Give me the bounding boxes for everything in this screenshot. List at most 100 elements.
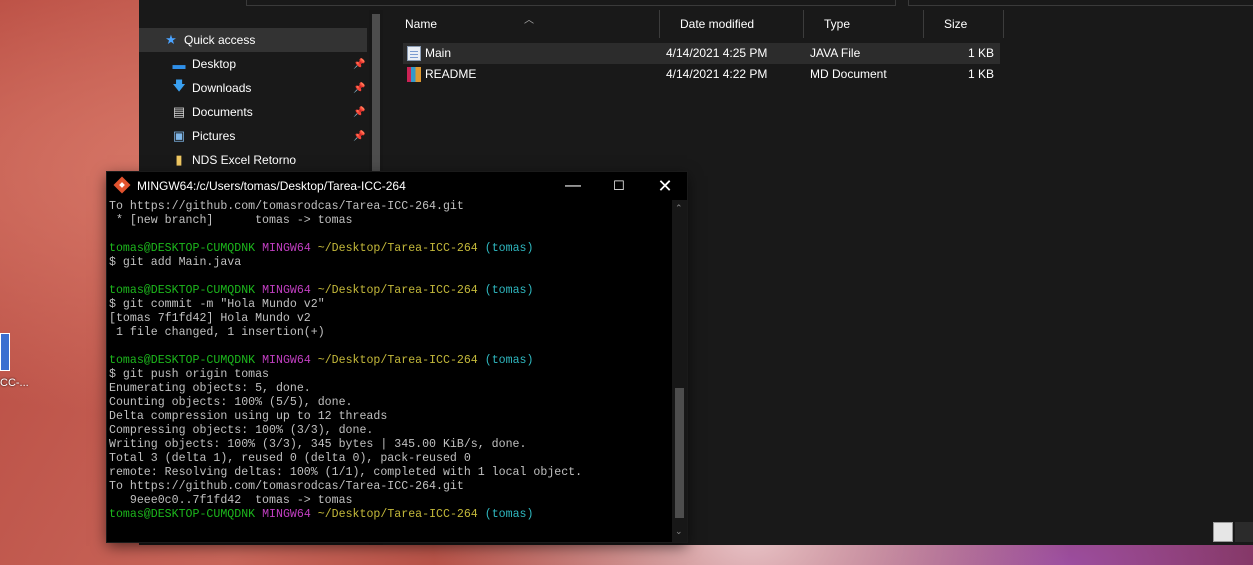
scroll-up-icon[interactable]: ⌃ [675, 203, 683, 214]
terminal-line: To https://github.com/tomasrodcas/Tarea-… [109, 480, 464, 493]
column-label: Date modified [680, 17, 755, 31]
prompt-branch: (tomas) [484, 242, 534, 255]
column-header-name[interactable]: ︿ Name [385, 10, 660, 38]
close-button[interactable]: ✕ [642, 172, 688, 200]
prompt-path: ~/Desktop/Tarea-ICC-264 [317, 284, 478, 297]
prompt-line: tomas@DESKTOP-CUMQDNK MINGW64 ~/Desktop/… [109, 508, 671, 522]
column-header-date[interactable]: Date modified [660, 10, 804, 38]
minimize-button[interactable]: — [550, 172, 596, 200]
shortcut-icon [0, 333, 10, 371]
terminal-line: 9eee0c0..7f1fd42 tomas -> tomas [109, 494, 353, 507]
nav-item-label: Desktop [192, 57, 237, 71]
prompt-branch: (tomas) [484, 284, 534, 297]
nav-item-downloads[interactable]: 🡇 Downloads 📌 [139, 76, 367, 100]
search-box[interactable] [908, 0, 1253, 6]
terminal-line: 1 file changed, 1 insertion(+) [109, 326, 325, 339]
scroll-thumb[interactable] [675, 388, 684, 518]
file-type: JAVA File [810, 46, 861, 60]
nav-item-label: Quick access [184, 33, 256, 47]
terminal-line: Delta compression using up to 12 threads [109, 410, 388, 423]
column-header-type[interactable]: Type [804, 10, 924, 38]
file-size: 1 KB [967, 46, 994, 60]
file-type: MD Document [810, 67, 887, 81]
prompt-user: tomas@DESKTOP-CUMQDNK [109, 242, 256, 255]
nav-item-label: Pictures [192, 129, 236, 143]
terminal-title: MINGW64:/c/Users/tomas/Desktop/Tarea-ICC… [137, 179, 406, 193]
file-date: 4/14/2021 4:25 PM [666, 46, 768, 60]
pin-icon[interactable]: 📌 [353, 131, 365, 142]
nav-item-pictures[interactable]: ▣ Pictures 📌 [139, 124, 367, 148]
desktop-shortcut[interactable]: CC-... [0, 333, 30, 393]
terminal-output[interactable]: To https://github.com/tomasrodcas/Tarea-… [109, 200, 671, 540]
prompt-env: MINGW64 [262, 354, 311, 367]
desktop-shortcut-label: CC-... [0, 377, 29, 389]
maximize-button[interactable]: ☐ [596, 172, 642, 200]
terminal-scrollbar[interactable]: ⌃ ⌄ [672, 200, 687, 542]
download-arrow-icon: 🡇 [172, 78, 186, 93]
terminal-line: Compressing objects: 100% (3/3), done. [109, 424, 374, 437]
nav-item-documents[interactable]: ▤ Documents 📌 [139, 100, 367, 124]
column-label: Name [405, 17, 438, 31]
sort-up-icon: ︿ [524, 15, 534, 26]
terminal-line: * [new branch] tomas -> tomas [109, 214, 353, 227]
address-bar[interactable] [246, 0, 896, 6]
prompt-path: ~/Desktop/Tarea-ICC-264 [317, 508, 478, 521]
prompt-line: tomas@DESKTOP-CUMQDNK MINGW64 ~/Desktop/… [109, 284, 671, 298]
prompt-env: MINGW64 [262, 508, 311, 521]
nav-item-quick-access[interactable]: ★ Quick access [139, 28, 367, 52]
terminal-line: Total 3 (delta 1), reused 0 (delta 0), p… [109, 452, 471, 465]
file-name: Main [425, 46, 452, 60]
prompt-user: tomas@DESKTOP-CUMQDNK [109, 354, 256, 367]
prompt-path: ~/Desktop/Tarea-ICC-264 [317, 242, 478, 255]
scroll-thumb[interactable] [372, 14, 380, 181]
star-icon: ★ [165, 32, 177, 47]
prompt-user: tomas@DESKTOP-CUMQDNK [109, 284, 256, 297]
details-view-button[interactable] [1213, 522, 1233, 542]
documents-icon: ▤ [172, 104, 186, 119]
column-label: Type [824, 17, 851, 31]
pictures-icon: ▣ [172, 128, 186, 143]
pin-icon[interactable]: 📌 [353, 59, 365, 70]
large-icons-view-button[interactable] [1235, 522, 1253, 542]
pin-icon[interactable]: 📌 [353, 83, 365, 94]
terminal-title-bar[interactable]: MINGW64:/c/Users/tomas/Desktop/Tarea-ICC… [107, 172, 687, 200]
nav-item-desktop[interactable]: ▬ Desktop 📌 [139, 52, 367, 76]
file-row-readme[interactable]: README 4/14/2021 4:22 PM MD Document 1 K… [403, 64, 1000, 85]
terminal-line: Enumerating objects: 5, done. [109, 382, 311, 395]
git-bash-terminal-window: MINGW64:/c/Users/tomas/Desktop/Tarea-ICC… [107, 172, 687, 542]
folder-icon: ▮ [175, 152, 183, 167]
terminal-line: Writing objects: 100% (3/3), 345 bytes |… [109, 438, 527, 451]
terminal-line: Counting objects: 100% (5/5), done. [109, 396, 353, 409]
nav-item-nds-excel-retorno[interactable]: ▮ NDS Excel Retorno [139, 148, 367, 172]
pin-icon[interactable]: 📌 [353, 107, 365, 118]
terminal-line: To https://github.com/tomasrodcas/Tarea-… [109, 200, 464, 213]
column-header-size[interactable]: Size [924, 10, 1004, 38]
nav-item-label: Downloads [192, 81, 252, 95]
prompt-branch: (tomas) [484, 508, 534, 521]
scroll-down-icon[interactable]: ⌄ [675, 526, 683, 537]
file-date: 4/14/2021 4:22 PM [666, 67, 768, 81]
git-bash-icon [113, 176, 131, 194]
terminal-line: [tomas 7f1fd42] Hola Mundo v2 [109, 312, 311, 325]
file-row-main[interactable]: Main 4/14/2021 4:25 PM JAVA File 1 KB [403, 43, 1000, 64]
column-label: Size [944, 17, 968, 31]
prompt-line: tomas@DESKTOP-CUMQDNK MINGW64 ~/Desktop/… [109, 354, 671, 368]
nav-item-label: NDS Excel Retorno [192, 153, 297, 167]
md-file-icon [407, 67, 421, 82]
prompt-path: ~/Desktop/Tarea-ICC-264 [317, 354, 478, 367]
file-name: README [425, 67, 477, 81]
nav-item-label: Documents [192, 105, 253, 119]
java-file-icon [407, 46, 421, 61]
view-toggle [1213, 521, 1253, 543]
